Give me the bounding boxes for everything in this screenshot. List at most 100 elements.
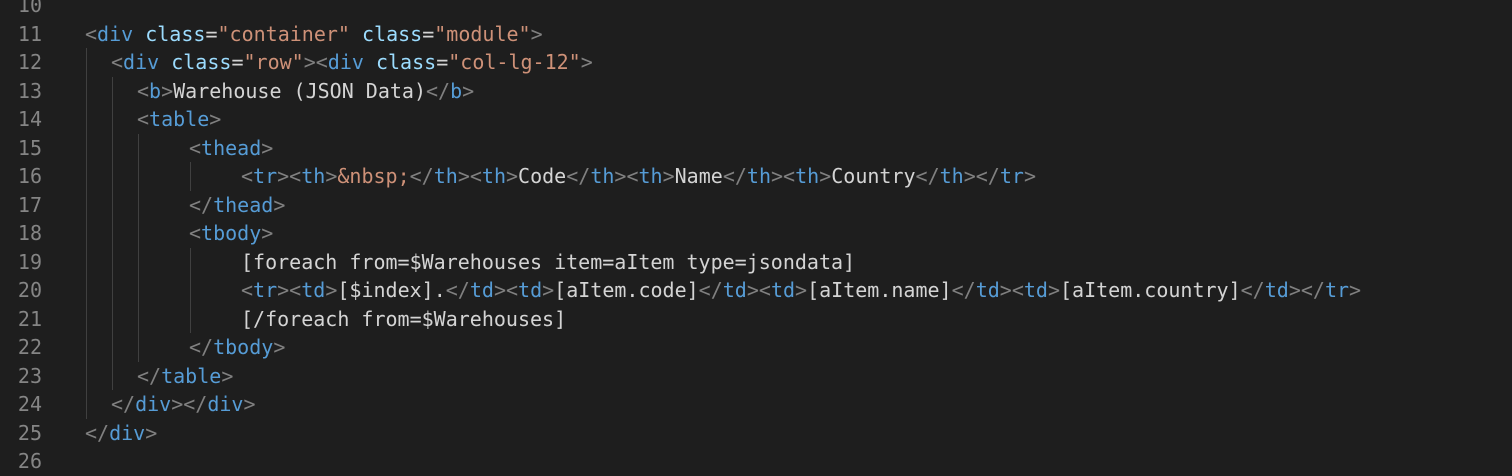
- code-token: </: [189, 335, 214, 359]
- code-line[interactable]: 24 </div></div>: [0, 390, 1512, 419]
- line-number: 13: [17, 78, 42, 103]
- code-token: div: [327, 50, 364, 74]
- code-token: table: [149, 107, 210, 131]
- code-token: >: [506, 164, 519, 188]
- code-token: <: [137, 107, 150, 131]
- line-number: 24: [17, 392, 42, 416]
- code-line[interactable]: 23 </table>: [0, 361, 1512, 391]
- code-token: </: [189, 192, 214, 217]
- line-number: 12: [17, 50, 42, 74]
- code-token: >: [662, 164, 675, 188]
- code-token: tr: [253, 278, 278, 302]
- line-number: 17: [17, 192, 42, 217]
- indent-guide: [138, 190, 139, 219]
- indent-guide: [86, 48, 87, 77]
- code-editor[interactable]: 10 11 <div class="container" class="module…: [0, 0, 1512, 476]
- code-text: <tbody>: [189, 219, 273, 248]
- code-line[interactable]: 16 <tr><th>&nbsp;</th><th>Code</th><th>Na…: [0, 162, 1512, 191]
- code-text: <div class="container" class="module">: [85, 20, 543, 49]
- code-token: td: [722, 278, 747, 302]
- code-line[interactable]: 17 </thead>: [0, 190, 1512, 219]
- code-line[interactable]: 12 <div class="row"><div class="col-lg-12…: [0, 48, 1512, 77]
- indent-guide: [86, 76, 87, 105]
- indent-guide: [138, 247, 139, 276]
- code-line[interactable]: 18 <tbody>: [0, 219, 1512, 248]
- indent-guide: [86, 333, 87, 362]
- code-token: >: [273, 335, 286, 359]
- code-token: </: [1240, 278, 1265, 302]
- line-number: 26: [17, 449, 42, 473]
- code-token: </: [426, 78, 451, 103]
- code-token: >: [221, 363, 234, 388]
- code-token: >: [542, 278, 555, 302]
- code-token: "row": [243, 50, 304, 74]
- code-token: </: [722, 164, 747, 188]
- code-line[interactable]: 15 <thead>: [0, 133, 1512, 162]
- indent-guide: [112, 276, 113, 305]
- code-token: >: [1047, 278, 1061, 302]
- code-token: th: [590, 164, 615, 188]
- indent-guide: [138, 133, 139, 162]
- code-token: ></: [963, 164, 1000, 188]
- code-token: >: [243, 392, 256, 416]
- code-token: tr: [253, 164, 278, 188]
- code-text: <table>: [137, 105, 221, 134]
- code-token: >: [209, 107, 222, 131]
- code-text: <div class="row"><div class="col-lg-12">: [111, 48, 593, 77]
- code-token: </: [137, 363, 162, 388]
- code-token: >: [325, 164, 338, 188]
- indent-guide: [190, 162, 191, 191]
- code-token: tbody: [213, 335, 274, 359]
- indent-guide: [190, 247, 191, 276]
- code-token: [aItem.country]: [1060, 278, 1241, 302]
- code-token: td: [469, 278, 494, 302]
- code-text: </div>: [85, 419, 157, 448]
- code-token: >: [161, 78, 174, 103]
- code-line[interactable]: 14 <table>: [0, 105, 1512, 134]
- code-line[interactable]: 10: [0, 0, 1512, 20]
- code-token: </: [409, 164, 434, 188]
- code-token: </: [566, 164, 591, 188]
- code-token: </: [915, 164, 940, 188]
- code-token: td: [975, 278, 1000, 302]
- indent-guide: [86, 162, 87, 191]
- code-token: td: [770, 278, 796, 302]
- code-line[interactable]: 21 [/foreach from=$Warehouses]: [0, 304, 1512, 334]
- indent-guide: [112, 304, 113, 333]
- code-text: </table>: [137, 362, 233, 391]
- code-token: [foreach from=$Warehouses item=aItem typ…: [241, 249, 856, 274]
- code-token: thead: [213, 192, 274, 217]
- code-text: </div></div>: [111, 390, 256, 419]
- code-line[interactable]: 22 </tbody>: [0, 333, 1512, 362]
- line-number: 20: [17, 278, 42, 302]
- indent-guide: [86, 133, 87, 162]
- line-number: 21: [17, 306, 42, 331]
- code-text: [/foreach from=$Warehouses]: [241, 305, 566, 334]
- code-text: </tbody>: [189, 333, 285, 362]
- code-line[interactable]: 26: [0, 447, 1512, 476]
- code-line[interactable]: 11 <div class="container" class="module">: [0, 20, 1512, 49]
- code-token: ><: [277, 278, 302, 302]
- code-token: th: [939, 164, 964, 188]
- indent-guide: [138, 333, 139, 362]
- code-token: ><: [277, 164, 302, 188]
- code-token: <: [189, 221, 202, 245]
- line-number: 22: [17, 335, 42, 359]
- indent-guide: [112, 333, 113, 362]
- code-line[interactable]: 25 </div>: [0, 419, 1512, 448]
- code-token: div: [109, 420, 146, 445]
- code-token: div: [123, 50, 160, 74]
- code-line[interactable]: 19 [foreach from=$Warehouses item=aItem t…: [0, 247, 1512, 276]
- indent-guide: [86, 390, 87, 419]
- code-token: div: [97, 21, 134, 46]
- indent-guide: [86, 105, 87, 134]
- code-token: class: [375, 50, 437, 74]
- code-line[interactable]: 20 <tr><td>[$index].</td><td>[aItem.code]…: [0, 276, 1512, 305]
- code-token: "container": [217, 21, 350, 46]
- code-line[interactable]: 13 <b>Warehouse (JSON Data)</b>: [0, 76, 1512, 105]
- indent-guide: [112, 247, 113, 276]
- indent-guide: [138, 162, 139, 191]
- code-token: ></: [171, 392, 208, 416]
